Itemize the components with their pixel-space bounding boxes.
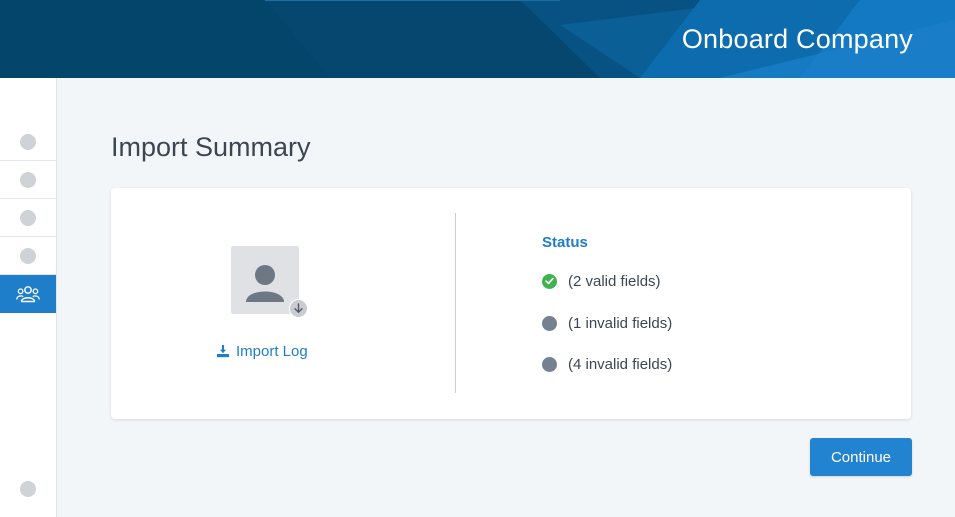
wizard-step-1[interactable] xyxy=(0,123,56,161)
check-circle-icon xyxy=(542,273,557,289)
wizard-step-bottom[interactable] xyxy=(0,470,56,508)
status-item-valid: (2 valid fields) xyxy=(542,271,661,291)
download-icon xyxy=(217,345,229,358)
step-dot-icon xyxy=(20,481,36,497)
wizard-step-4[interactable] xyxy=(0,237,56,275)
status-item-invalid: (4 invalid fields) xyxy=(542,354,672,374)
wizard-steps-sidebar xyxy=(0,78,57,517)
status-item-text: (2 valid fields) xyxy=(568,272,661,290)
status-dot-icon xyxy=(542,356,557,372)
users-icon xyxy=(16,286,40,303)
wizard-step-import-users[interactable] xyxy=(0,275,56,313)
download-arrow-icon xyxy=(294,303,303,313)
app-header: Onboard Company xyxy=(0,0,955,78)
status-heading: Status xyxy=(542,234,588,251)
status-item-text: (4 invalid fields) xyxy=(568,355,673,373)
status-dot-icon xyxy=(542,315,557,331)
page-title: Import Summary xyxy=(111,132,311,162)
card-divider xyxy=(455,213,456,393)
step-dot-icon xyxy=(20,247,36,264)
step-dot-icon xyxy=(20,133,36,150)
import-log-label: Import Log xyxy=(236,342,308,360)
wizard-step-3[interactable] xyxy=(0,199,56,237)
download-badge xyxy=(289,299,308,318)
continue-button[interactable]: Continue xyxy=(810,438,912,476)
status-item-invalid: (1 invalid fields) xyxy=(542,313,672,333)
import-summary-card: Import Log Status (2 valid fields) (1 in… xyxy=(111,188,911,419)
wizard-step-2[interactable] xyxy=(0,161,56,199)
app-title: Onboard Company xyxy=(681,24,913,54)
import-log-link[interactable]: Import Log xyxy=(216,341,308,361)
step-dot-icon xyxy=(20,171,36,188)
status-item-text: (1 invalid fields) xyxy=(568,314,673,332)
step-dot-icon xyxy=(20,209,36,226)
